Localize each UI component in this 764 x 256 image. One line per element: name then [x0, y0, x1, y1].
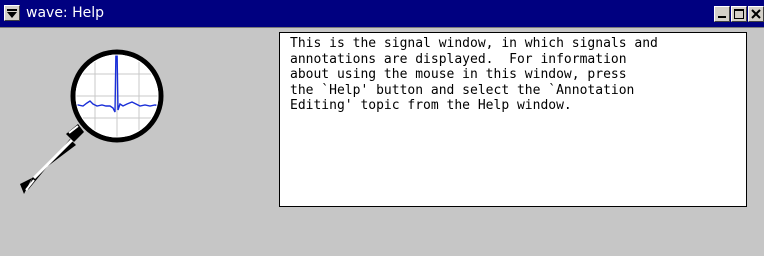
help-text-panel[interactable]: This is the signal window, in which sign…: [279, 32, 747, 207]
maximize-icon[interactable]: [731, 6, 747, 22]
minimize-icon[interactable]: [714, 6, 730, 22]
window-menu-icon[interactable]: [4, 5, 20, 21]
magnifier-ecg-logo: [20, 49, 164, 194]
help-window: wave: Help This is the signal window, in…: [0, 0, 764, 256]
close-icon[interactable]: [748, 6, 764, 22]
window-title: wave: Help: [26, 5, 105, 21]
magnifier-handle: [20, 124, 84, 194]
help-message: This is the signal window, in which sign…: [290, 36, 658, 113]
title-bar[interactable]: wave: Help: [0, 0, 764, 28]
